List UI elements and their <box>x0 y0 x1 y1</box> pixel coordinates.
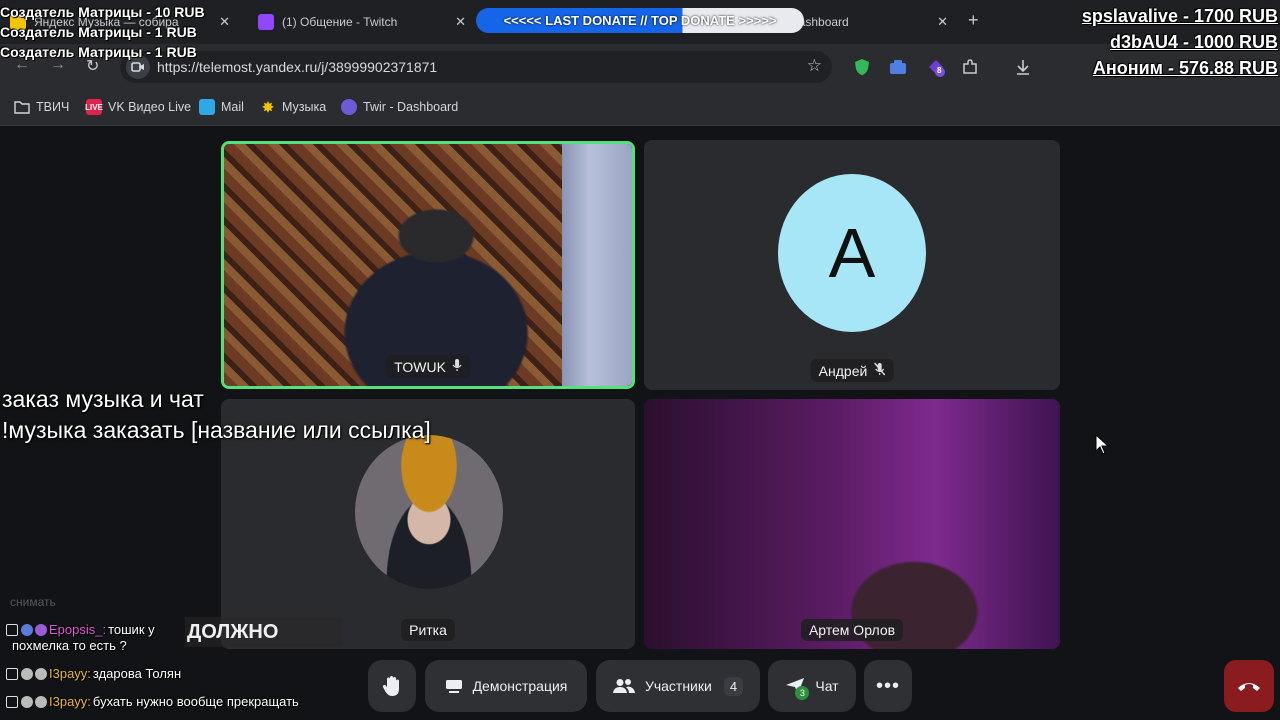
participants-button[interactable]: Участники 4 <box>596 660 760 712</box>
camera-feed <box>644 399 1060 649</box>
twitch-icon <box>6 667 18 680</box>
bookmark-label: ТВИЧ <box>36 100 70 114</box>
emote-icon <box>21 623 33 636</box>
chat-username: I3payy: <box>49 666 91 681</box>
chat-text: похмелка то есть ? <box>12 638 127 653</box>
faded-chat-text: снимать <box>10 595 56 609</box>
avatar <box>355 435 503 589</box>
screen-icon <box>445 679 463 693</box>
donation-item: Создатель Матрицы - 10 RUB <box>0 4 205 20</box>
chat-message-continuation: похмелка то есть ? <box>12 638 127 653</box>
bookmark-tvich[interactable]: ТВИЧ <box>14 99 69 115</box>
bookmarks-bar: ТВИЧ LIVE VK Видео Live Mail ✸ Музыка Tw… <box>0 90 1280 126</box>
vk-live-icon: LIVE <box>85 99 103 115</box>
microphone-icon <box>452 358 462 375</box>
raise-hand-button[interactable] <box>368 660 416 712</box>
hang-up-icon <box>1238 683 1260 691</box>
bookmark-label: Mail <box>221 100 244 114</box>
mouse-cursor-icon <box>1095 434 1109 455</box>
close-icon[interactable]: ✕ <box>937 14 948 30</box>
folder-icon <box>14 99 30 115</box>
chat-text: здарова Толян <box>92 666 182 681</box>
chat-button[interactable]: 3 Чат <box>768 660 856 712</box>
twitch-icon <box>6 623 18 636</box>
extension-purple-icon[interactable]: 8 <box>926 57 946 77</box>
more-button[interactable]: ••• <box>864 660 912 712</box>
chat-username: I3payy: <box>49 694 91 709</box>
participants-label: Участники <box>644 678 712 694</box>
skull-emote-icon <box>35 667 47 680</box>
bookmark-label: Музыка <box>282 100 327 114</box>
extensions-puzzle-icon[interactable] <box>960 57 980 77</box>
music-hint-line: заказ музыка и чат <box>2 386 204 412</box>
chat-text: тошик у <box>108 622 155 637</box>
avatar: A <box>778 174 926 332</box>
bookmark-star-icon[interactable]: ☆ <box>807 56 822 76</box>
download-icon[interactable] <box>1013 57 1033 77</box>
screen-share-label: Демонстрация <box>472 678 568 694</box>
tab-title: (1) Общение - Twitch <box>282 15 398 29</box>
participants-count: 4 <box>723 676 744 696</box>
participants-icon <box>612 678 635 694</box>
screen: { "tabs": [ {"title": "Яндекс Музыка — с… <box>0 0 1280 720</box>
microphone-muted-icon <box>873 362 885 379</box>
chat-unread-badge: 3 <box>795 686 810 700</box>
address-bar[interactable]: https://telemost.yandex.ru/j/38999902371… <box>120 51 832 83</box>
bookmark-twir[interactable]: Twir - Dashboard <box>341 99 458 115</box>
send-icon: 3 <box>785 677 810 700</box>
participant-name-tag: Артем Орлов <box>800 619 904 641</box>
participant-name: Ритка <box>409 622 447 638</box>
twitch-icon <box>6 695 18 708</box>
adblock-shield-icon[interactable] <box>852 57 872 77</box>
more-dots-icon: ••• <box>875 674 900 697</box>
twitch-icon <box>258 14 274 30</box>
chat-message: I3payy: здарова Толян <box>6 666 181 681</box>
music-hint-command: !музыка заказать [название или ссылка] <box>2 417 431 443</box>
bookmark-label: Twir - Dashboard <box>363 100 459 114</box>
participant-tile-andrey[interactable]: A Андрей <box>644 140 1060 390</box>
end-call-button[interactable] <box>1224 660 1274 712</box>
bookmark-vk-video[interactable]: LIVE VK Видео Live <box>85 99 192 115</box>
tab-twitch[interactable]: (1) Общение - Twitch ✕ <box>248 6 476 38</box>
chat-message: Epopsis_: тошик у <box>6 622 155 637</box>
donation-item: Создатель Матрицы - 1 RUB <box>0 44 197 60</box>
participant-name: Андрей <box>818 362 868 379</box>
camera-background <box>562 144 632 386</box>
top-donor-item: Аноним - 576.88 RUB <box>1092 58 1278 78</box>
participant-tile-artem[interactable]: Артем Орлов <box>644 399 1060 649</box>
twir-icon <box>341 99 357 115</box>
top-donor-item: d3bAU4 - 1000 RUB <box>1109 32 1278 52</box>
emote-icon <box>35 623 47 636</box>
chat-message: I3payy: бухать нужно вообще прекращать <box>6 694 299 709</box>
mail-icon <box>199 99 215 115</box>
bookmark-music[interactable]: ✸ Музыка <box>260 99 326 115</box>
extension-badge: 8 <box>937 66 942 75</box>
close-icon[interactable]: ✕ <box>455 14 466 30</box>
skull-emote-icon <box>21 695 33 708</box>
screen-share-button[interactable]: Демонстрация <box>425 660 587 712</box>
bookmark-mail[interactable]: Mail <box>199 99 244 115</box>
participant-name: Артем Орлов <box>808 622 896 638</box>
close-icon[interactable]: ✕ <box>219 14 230 30</box>
new-tab-button[interactable]: + <box>968 10 979 31</box>
participant-name-tag: Ритка <box>401 619 455 641</box>
donate-marquee: <<<<< LAST DONATE // TOP DONATE >>>>> <box>476 8 804 33</box>
top-donor-item: spslavalive - 1700 RUB <box>1081 6 1278 26</box>
donation-item: Создатель Матрицы - 1 RUB <box>0 24 197 40</box>
hand-icon <box>382 676 399 696</box>
participant-name-tag: TOWUK <box>386 355 470 378</box>
chat-username: Epopsis_: <box>49 622 107 637</box>
url-text: https://telemost.yandex.ru/j/38999902371… <box>157 59 438 75</box>
bookmark-label: VK Видео Live <box>108 100 192 114</box>
skull-emote-icon <box>35 695 47 708</box>
music-icon: ✸ <box>262 98 274 115</box>
participant-name: TOWUK <box>394 358 446 375</box>
chat-text: бухать нужно вообще прекращать <box>92 694 299 709</box>
overlay-word: ДОЛЖНО <box>185 617 342 647</box>
skull-emote-icon <box>21 667 33 680</box>
extension-icon[interactable] <box>888 57 908 77</box>
chat-label: Чат <box>815 678 839 694</box>
participant-name-tag: Андрей <box>810 359 894 382</box>
participant-tile-towuk[interactable]: TOWUK <box>221 141 635 389</box>
